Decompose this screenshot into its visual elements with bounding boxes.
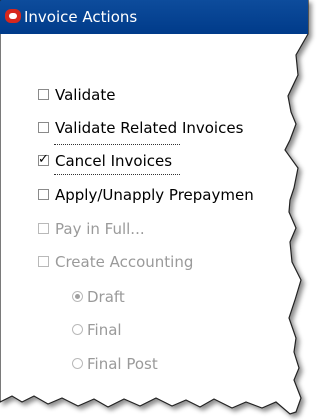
pay-in-full-label: Pay in Full...: [55, 220, 145, 238]
cancel-invoices-box[interactable]: [38, 151, 49, 169]
pay-in-full-box[interactable]: [38, 223, 49, 234]
focus-indicator-top: [54, 144, 180, 145]
validate-related-invoices-label: Validate Related Invoices: [55, 119, 244, 137]
draft-radio-button[interactable]: [72, 291, 83, 302]
title-bar[interactable]: Invoice Actions: [0, 0, 308, 34]
draft-label: Draft: [87, 288, 125, 306]
cancel-invoices-label: Cancel Invoices: [55, 152, 173, 170]
create-accounting-label: Create Accounting: [55, 253, 194, 271]
torn-panel-background: [0, 0, 309, 415]
focus-indicator-bottom: [54, 174, 180, 175]
validate-checkbox-box[interactable]: [38, 89, 49, 100]
final-label: Final: [87, 321, 122, 339]
final-post-radio-button[interactable]: [72, 358, 83, 369]
validate-label: Validate: [55, 86, 116, 104]
create-accounting-box[interactable]: [38, 256, 49, 267]
oracle-logo-icon: [5, 9, 21, 23]
final-radio-button[interactable]: [72, 324, 83, 335]
window-title: Invoice Actions: [24, 8, 138, 26]
apply-unapply-prepayment-label: Apply/Unapply Prepaymen: [55, 186, 254, 204]
validate-related-invoices-box[interactable]: [38, 122, 49, 133]
final-post-label: Final Post: [87, 355, 158, 373]
invoice-actions-window: Invoice Actions Validate Validate Relate…: [0, 0, 319, 420]
apply-unapply-prepayment-box[interactable]: [38, 189, 49, 200]
